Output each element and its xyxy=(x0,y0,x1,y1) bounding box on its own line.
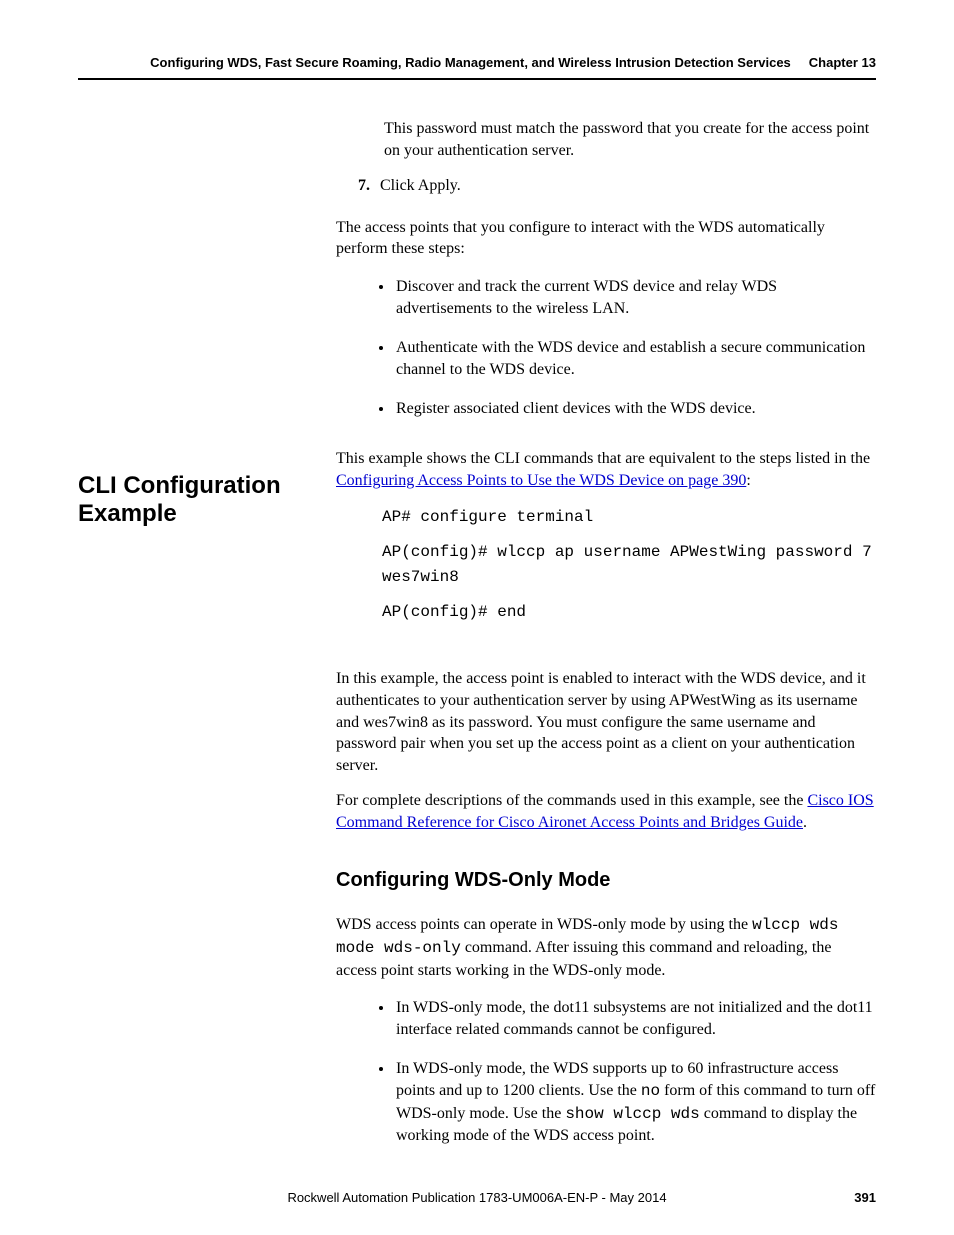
code-line: AP(config)# end xyxy=(382,600,876,625)
wds-p1: WDS access points can operate in WDS-onl… xyxy=(336,914,876,981)
password-note: This password must match the password th… xyxy=(384,118,876,161)
page: Configuring WDS, Fast Secure Roaming, Ra… xyxy=(0,0,954,1175)
cli-intro: This example shows the CLI commands that… xyxy=(336,448,876,491)
wds-bullets: In WDS-only mode, the dot11 subsystems a… xyxy=(336,997,876,1147)
list-item: Discover and track the current WDS devic… xyxy=(394,276,876,319)
content-area: CLI Configuration Example This password … xyxy=(78,118,876,1175)
header-title: Configuring WDS, Fast Secure Roaming, Ra… xyxy=(150,55,791,70)
auto-steps-intro: The access points that you configure to … xyxy=(336,217,876,260)
text: : xyxy=(746,472,750,489)
list-item: In WDS-only mode, the dot11 subsystems a… xyxy=(394,997,876,1040)
text: This example shows the CLI commands that… xyxy=(336,450,870,467)
running-header: Configuring WDS, Fast Secure Roaming, Ra… xyxy=(78,55,876,80)
inline-command: no xyxy=(641,1082,660,1100)
text: For complete descriptions of the command… xyxy=(336,792,807,809)
text: . xyxy=(803,814,807,831)
publication-line: Rockwell Automation Publication 1783-UM0… xyxy=(118,1190,836,1205)
header-chapter: Chapter 13 xyxy=(809,55,876,70)
auto-steps-list: Discover and track the current WDS devic… xyxy=(336,276,876,420)
code-line: AP# configure terminal xyxy=(382,505,876,530)
step-7: 7. Click Apply. xyxy=(358,175,876,197)
footer: Rockwell Automation Publication 1783-UM0… xyxy=(78,1190,876,1205)
subheading-wds-only: Configuring WDS-Only Mode xyxy=(336,867,876,894)
inline-command: show wlccp wds xyxy=(565,1105,699,1123)
right-column: This password must match the password th… xyxy=(336,118,876,1175)
cli-complete: For complete descriptions of the command… xyxy=(336,790,876,833)
left-column: CLI Configuration Example xyxy=(78,118,336,527)
list-item: Authenticate with the WDS device and est… xyxy=(394,337,876,380)
list-item: Register associated client devices with … xyxy=(394,398,876,420)
step-number: 7. xyxy=(358,175,380,197)
cli-explain: In this example, the access point is ena… xyxy=(336,668,876,776)
list-item: In WDS-only mode, the WDS supports up to… xyxy=(394,1058,876,1146)
text: WDS access points can operate in WDS-onl… xyxy=(336,916,752,933)
page-number: 391 xyxy=(836,1190,876,1205)
section-title: CLI Configuration Example xyxy=(78,472,336,527)
step-text: Click Apply. xyxy=(380,175,461,197)
code-line: AP(config)# wlccp ap username APWestWing… xyxy=(382,540,876,590)
link-config-ap-wds[interactable]: Configuring Access Points to Use the WDS… xyxy=(336,472,746,489)
